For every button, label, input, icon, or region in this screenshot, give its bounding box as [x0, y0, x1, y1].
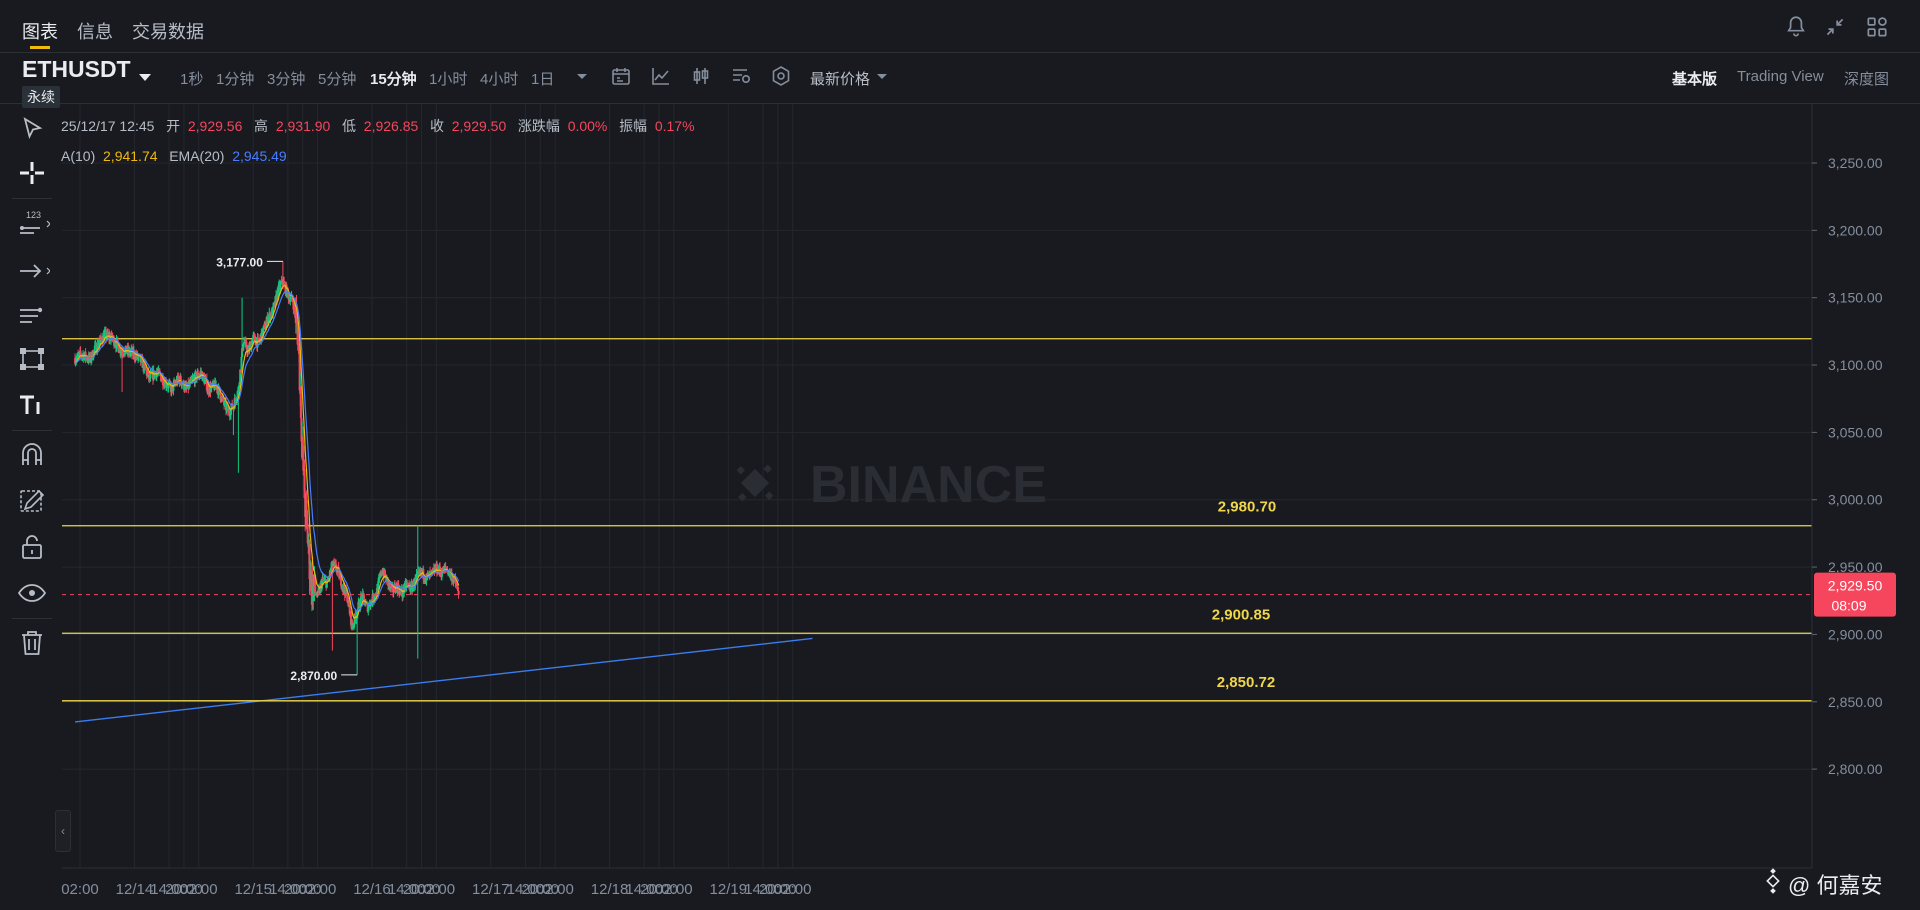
- extreme-marker-label: 3,177.00: [216, 255, 263, 269]
- text-icon[interactable]: [14, 388, 50, 422]
- close-value: 2,929.50: [451, 118, 507, 134]
- ohlc-legend: 25/12/17 12:45 开 2,929.56 高 2,931.90 低 2…: [61, 116, 695, 136]
- close-label: 收: [429, 118, 444, 134]
- change-value: 0.00%: [567, 118, 608, 134]
- horizontal-line-label: 2,850.72: [1217, 674, 1275, 691]
- time-tick-label: 02:00: [655, 881, 693, 898]
- change-label: 涨跌幅: [517, 118, 560, 134]
- time-tick-label: 12/16: [353, 881, 391, 898]
- candle-body: [242, 344, 245, 351]
- candle-body: [457, 591, 460, 595]
- price-tick-label: 3,200.00: [1828, 222, 1883, 238]
- candle-body: [415, 573, 418, 578]
- time-tick-label: 12/18: [591, 881, 629, 898]
- candle-body: [444, 566, 447, 569]
- time-tick-label: 12/15: [234, 881, 272, 898]
- binance-watermark: BINANCE: [736, 456, 1047, 514]
- ema20-value: 2,945.49: [232, 148, 287, 164]
- ema10-label: A(10): [61, 148, 96, 164]
- price-tick-label: 3,100.00: [1828, 357, 1883, 373]
- shapes-icon[interactable]: [14, 342, 50, 376]
- price-tick-label: 2,850.00: [1828, 694, 1883, 710]
- ema10-value: 2,941.74: [103, 148, 158, 164]
- candles: [74, 261, 460, 675]
- time-tick-label: 02:00: [774, 881, 812, 898]
- open-value: 2,929.56: [187, 118, 243, 134]
- edit-icon[interactable]: [14, 484, 50, 518]
- binance-square-logo-icon: [1766, 868, 1780, 894]
- time-tick-label: 12/14: [116, 881, 154, 898]
- toolbar-separator: [12, 198, 52, 199]
- parallel-lines-icon[interactable]: [14, 298, 50, 332]
- high-value: 2,931.90: [275, 118, 331, 134]
- candle: [242, 343, 245, 352]
- binance-logo-icon: [736, 464, 774, 502]
- fib-icon[interactable]: 123: [14, 206, 50, 240]
- candle: [416, 525, 419, 659]
- amplitude-label: 振幅: [619, 118, 648, 134]
- arrow-icon[interactable]: [14, 254, 50, 288]
- time-tick-label: 02:00: [61, 881, 99, 898]
- time-tick-label: 02:00: [536, 881, 574, 898]
- collapse-sidebar-button[interactable]: ‹: [55, 810, 71, 852]
- price-tick-label: 3,050.00: [1828, 424, 1883, 440]
- horizontal-line-label: 2,980.70: [1218, 499, 1276, 516]
- horizontal-line-label: 2,900.85: [1212, 606, 1270, 623]
- amplitude-value: 0.17%: [654, 118, 695, 134]
- svg-text:123: 123: [26, 210, 41, 220]
- price-tick-label: 3,000.00: [1828, 492, 1883, 508]
- ohlc-date: 25/12/17 12:45: [61, 118, 155, 134]
- watermark-text: BINANCE: [810, 456, 1047, 514]
- magnet-icon[interactable]: [14, 438, 50, 472]
- ema-legend: A(10) 2,941.74 EMA(20) 2,945.49: [61, 148, 287, 164]
- extreme-marker-label: 2,870.00: [290, 669, 337, 683]
- open-label: 开: [166, 118, 181, 134]
- high-label: 高: [254, 118, 269, 134]
- drawing-toolbar: 123: [0, 104, 60, 910]
- price-tick-label: 3,150.00: [1828, 290, 1883, 306]
- price-axis: 3,250.00 3,200.00 3,150.00 3,100.00 3,050.00…: [1811, 104, 1883, 868]
- candle-body: [240, 356, 243, 370]
- ema10-line: [74, 284, 460, 620]
- price-tick-label: 2,800.00: [1828, 761, 1883, 777]
- countdown-label: 08:09: [1831, 598, 1866, 614]
- ema20-label: EMA(20): [169, 148, 225, 164]
- current-price-label: 2,929.50: [1828, 578, 1883, 594]
- time-tick-label: 02:00: [299, 881, 337, 898]
- price-chart[interactable]: BINANCE 2,980.70 2,900.85 2,850.72 3,177.0…: [0, 0, 1920, 910]
- trend-line: [74, 637, 813, 723]
- lock-icon[interactable]: [14, 530, 50, 564]
- author-watermark: @ 何嘉安: [1788, 873, 1883, 898]
- ema-lines: [74, 284, 460, 620]
- time-tick-label: 12/17: [472, 881, 510, 898]
- time-tick-label: 12/19: [710, 881, 748, 898]
- toolbar-separator: [12, 618, 52, 619]
- extreme-markers: 3,177.00 2,870.00: [216, 255, 358, 683]
- current-price: 2,929.50 08:09: [62, 572, 1896, 617]
- toolbar-separator: [12, 430, 52, 431]
- price-tick-label: 2,950.00: [1828, 559, 1883, 575]
- low-label: 低: [342, 118, 356, 134]
- time-tick-label: 02:00: [180, 881, 218, 898]
- time-tick-label: 02:00: [418, 881, 456, 898]
- price-tick-label: 2,900.00: [1828, 626, 1883, 642]
- trend-line-segment: [74, 637, 813, 723]
- eye-icon[interactable]: [14, 576, 50, 610]
- low-value: 2,926.85: [363, 118, 419, 134]
- candle-body: [362, 594, 365, 600]
- horizontal-lines: 2,980.70 2,900.85 2,850.72: [62, 338, 1812, 702]
- price-tick-label: 3,250.00: [1828, 155, 1883, 171]
- trash-icon[interactable]: [14, 626, 50, 660]
- time-axis: 02:00 12/1414:0020:0002:00 12/1514:0020:00…: [61, 867, 1812, 898]
- crosshair-icon[interactable]: [14, 156, 50, 190]
- cursor-icon[interactable]: [14, 112, 50, 146]
